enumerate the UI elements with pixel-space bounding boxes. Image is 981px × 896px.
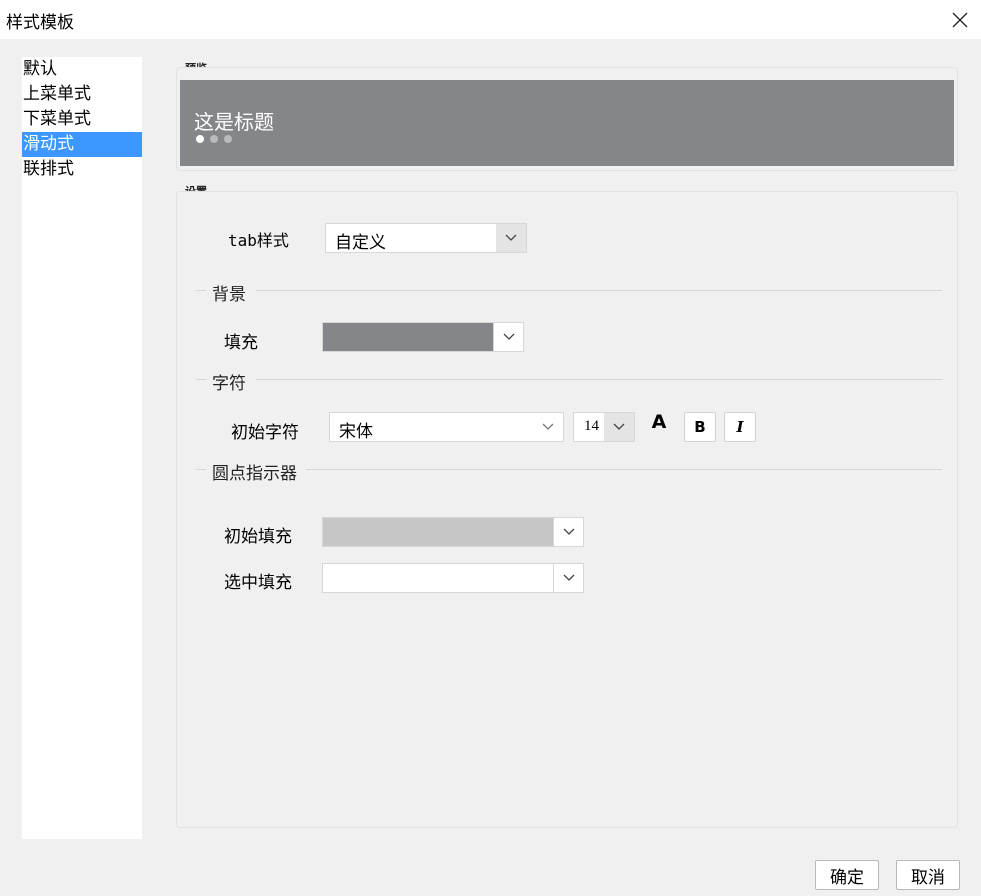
selected-fill-label: 选中填充: [224, 573, 292, 593]
chevron-down-icon: [496, 224, 526, 252]
preview-banner: 这是标题: [180, 80, 954, 166]
background-fill-picker[interactable]: [322, 322, 524, 352]
template-list: 默认 上菜单式 下菜单式 滑动式 联排式: [22, 57, 142, 839]
background-fill-label: 填充: [224, 333, 258, 353]
section-background: 背景: [196, 280, 942, 305]
chevron-down-icon: [493, 323, 523, 351]
indicator-dot: [224, 135, 232, 143]
font-family-value: 宋体: [339, 422, 373, 442]
template-item-bottom-menu[interactable]: 下菜单式: [22, 107, 142, 132]
template-item-top-menu[interactable]: 上菜单式: [22, 82, 142, 107]
font-color-icon: A: [651, 411, 667, 433]
tab-style-select[interactable]: 自定义: [325, 223, 527, 253]
close-icon: [952, 12, 967, 27]
title-bar: 样式模板: [0, 0, 981, 39]
font-color-button[interactable]: A: [643, 411, 675, 442]
template-item-row[interactable]: 联排式: [22, 157, 142, 182]
template-item-slide[interactable]: 滑动式: [22, 132, 142, 157]
chevron-down-icon: [553, 564, 583, 592]
indicator-dot-active: [196, 135, 204, 143]
tab-style-label: tab样式: [228, 231, 289, 250]
font-size-select[interactable]: 14: [573, 412, 635, 442]
ok-button[interactable]: 确定: [815, 860, 879, 890]
section-font-label: 字符: [212, 374, 246, 394]
chevron-down-icon: [553, 518, 583, 546]
preview-panel: 这是标题: [176, 67, 958, 171]
cancel-button[interactable]: 取消: [896, 860, 960, 890]
window-title: 样式模板: [6, 13, 74, 33]
bold-icon: B: [694, 418, 706, 436]
indicator-dots: [196, 135, 232, 143]
section-font: 字符: [196, 369, 942, 394]
banner-title: 这是标题: [194, 110, 274, 134]
indicator-dot: [210, 135, 218, 143]
selected-fill-swatch: [323, 564, 554, 592]
tab-style-value: 自定义: [335, 233, 386, 253]
section-indicator-label: 圆点指示器: [212, 464, 297, 484]
close-button[interactable]: [938, 0, 981, 39]
font-family-select[interactable]: 宋体: [329, 412, 564, 442]
section-background-label: 背景: [212, 285, 246, 305]
font-label: 初始字符: [231, 423, 299, 443]
chevron-down-icon: [533, 413, 563, 441]
initial-fill-picker[interactable]: [322, 517, 584, 547]
selected-fill-picker[interactable]: [322, 563, 584, 593]
font-size-value: 14: [584, 418, 599, 434]
initial-fill-swatch: [323, 518, 554, 546]
background-fill-swatch: [323, 323, 494, 351]
template-item-default[interactable]: 默认: [22, 57, 142, 82]
italic-icon: I: [736, 418, 744, 436]
bold-button[interactable]: B: [684, 412, 716, 442]
italic-button[interactable]: I: [724, 412, 756, 442]
chevron-down-icon: [604, 413, 634, 441]
section-indicator: 圆点指示器: [196, 459, 942, 484]
initial-fill-label: 初始填充: [224, 527, 292, 547]
